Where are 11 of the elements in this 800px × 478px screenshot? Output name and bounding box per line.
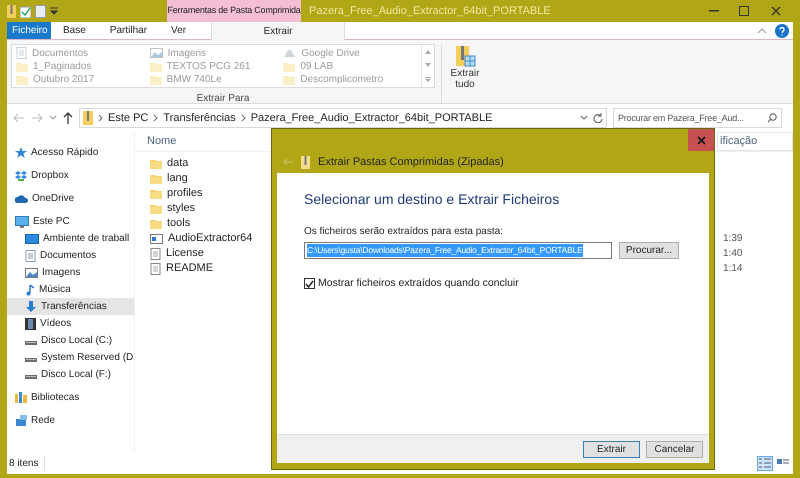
group-label: Extrair Para [196, 92, 250, 106]
checkbox-label: Mostrar ficheiros extraídos quando concluir [318, 276, 519, 291]
contextual-tab-group-label: Ferramentas de Pasta Comprimida [167, 0, 301, 22]
table-cell-text: 1:40 [723, 247, 742, 261]
table-cell-text: 1:39 [723, 232, 742, 246]
path-label: Os ficheiros serão extraídos para esta pasta: [304, 225, 504, 239]
dialog-title: Extrair Pastas Comprimidas (Zipadas) [318, 154, 504, 170]
item-count: 8 itens [9, 456, 46, 470]
window-title: Pazera_Free_Audio_Extractor_64bit_PORTABLE [309, 4, 551, 19]
dialog-heading: Selecionar um destino e Extrair Ficheiros [304, 190, 560, 209]
table-cell-text: 1:14 [723, 262, 742, 276]
